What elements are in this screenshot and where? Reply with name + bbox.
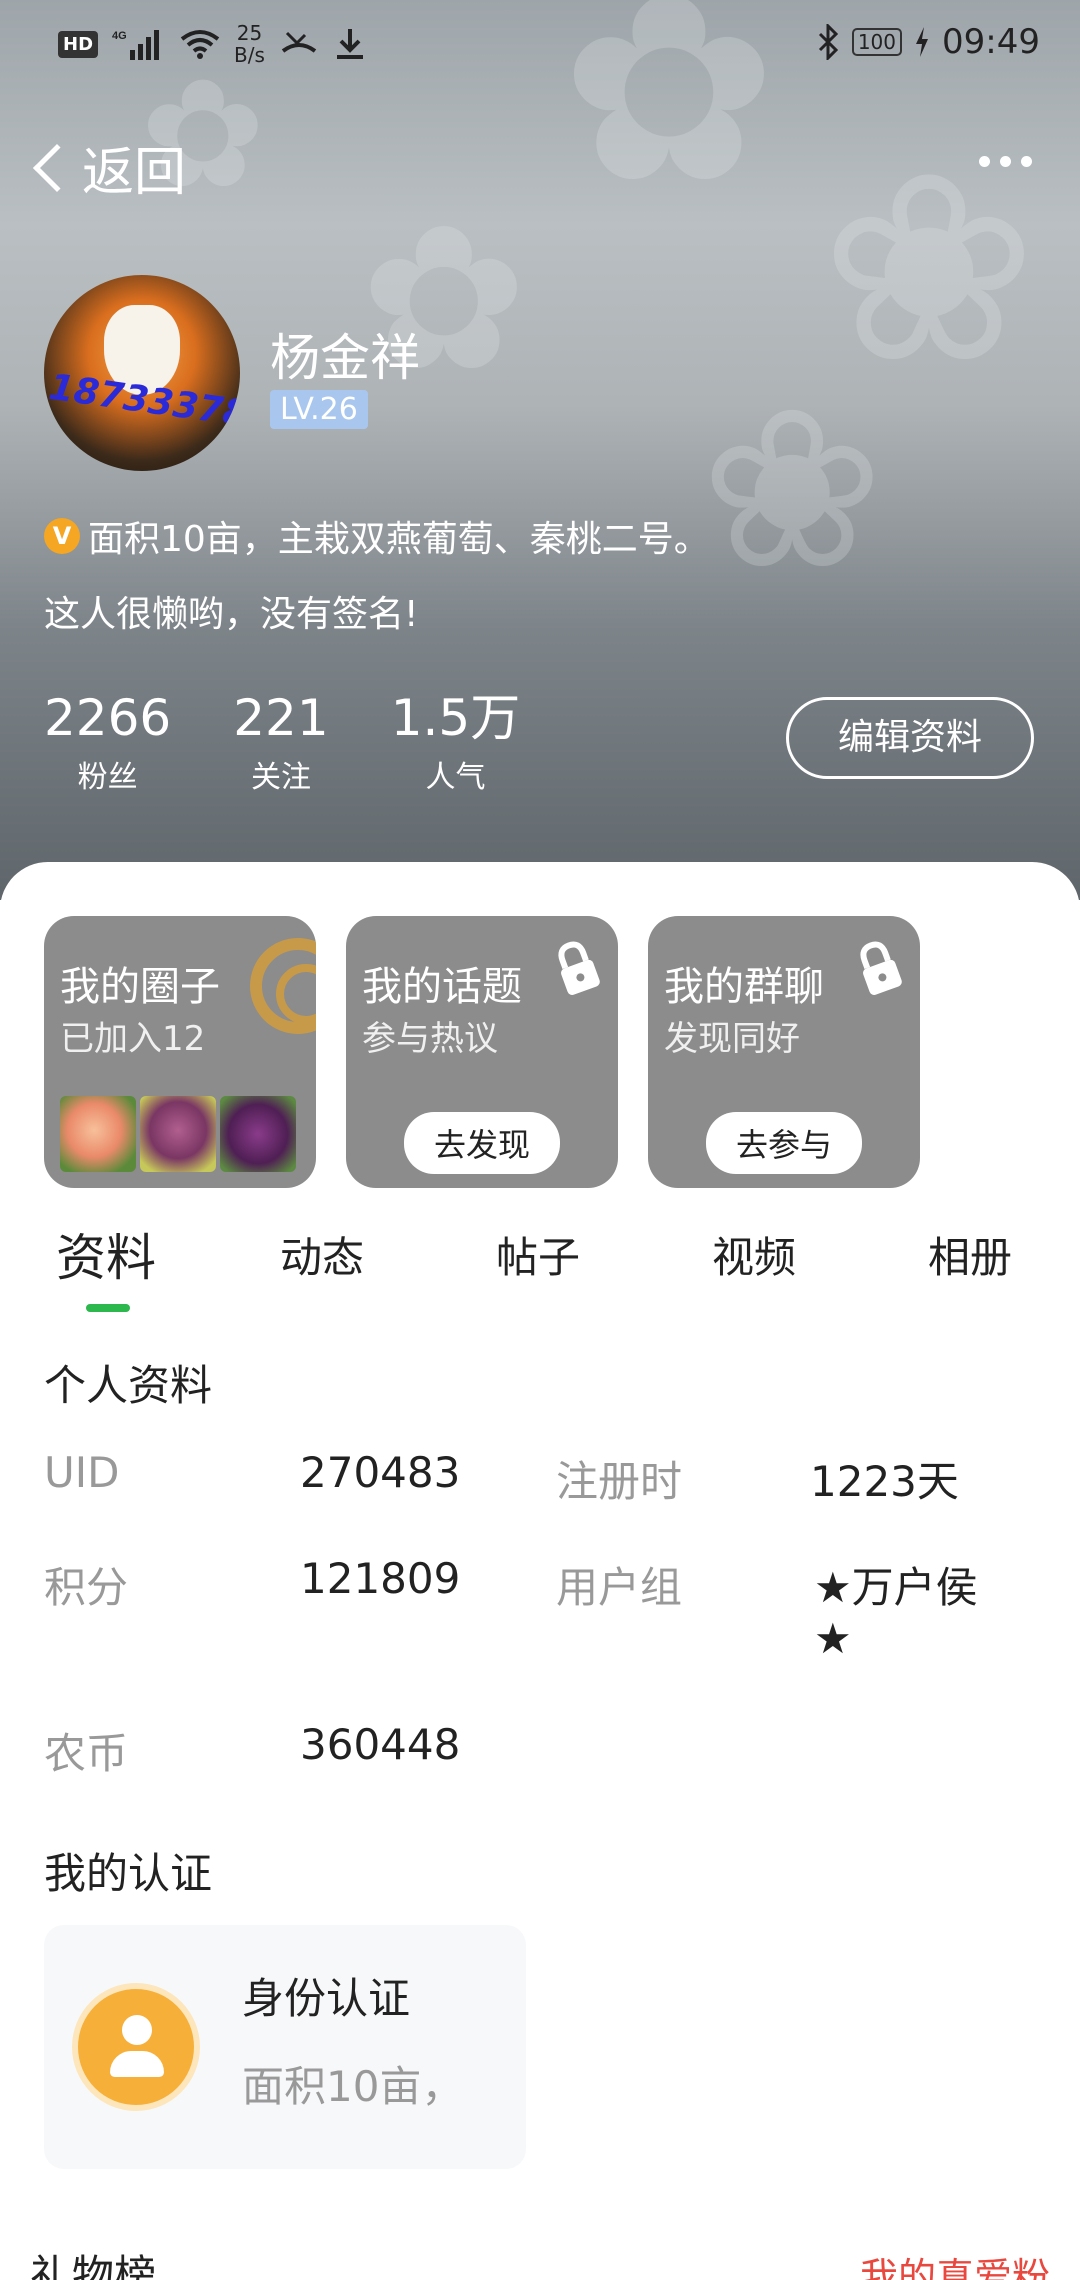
battery-icon: 100 (851, 28, 903, 56)
clock: 09:49 (942, 22, 1040, 62)
profile-tabs: 资料 动态 帖子 视频 相册 (0, 1214, 1080, 1314)
cellular-signal-icon: 4G (112, 30, 160, 60)
user-group-value-cont: ★ (814, 1614, 852, 1663)
stat-value: 221 (233, 689, 329, 747)
active-tab-indicator (86, 1304, 130, 1312)
grape-thumbnail[interactable] (140, 1096, 216, 1172)
points-value: 121809 (300, 1554, 461, 1603)
stat-label: 人气 (425, 760, 486, 795)
gift-ranking-title: 礼物榜 (30, 2251, 157, 2280)
stat-popularity[interactable]: 1.5万 人气 (391, 688, 521, 796)
uid-value: 270483 (300, 1448, 461, 1497)
download-icon (336, 29, 363, 59)
my-true-fans-link[interactable]: 我的真爱粉 (860, 2246, 1050, 2280)
card-title: 我的圈子 (60, 964, 220, 1010)
cert-subtitle: 面积10亩， (242, 2062, 464, 2111)
signature: 这人很懒哟，没有签名! (44, 594, 419, 635)
stat-fans[interactable]: 2266 粉丝 (44, 688, 171, 796)
user-group-label: 用户组 (556, 1563, 683, 1612)
plum-thumbnail[interactable] (220, 1096, 296, 1172)
bio-text: 面积10亩，主栽双燕葡萄、秦桃二号。 (88, 519, 710, 560)
charging-icon (916, 27, 929, 57)
bluetooth-icon (818, 24, 838, 60)
stat-following[interactable]: 221 关注 (233, 688, 328, 796)
discover-button[interactable]: 去发现 (403, 1112, 561, 1174)
svg-text:4G: 4G (112, 30, 127, 42)
profile-content-sheet: 我的圈子 已加入12 我的话题 参与热议 去发现 我的群聊 发现同好 去参与 资… (0, 862, 1080, 2280)
tab-albums[interactable]: 相册 (928, 1224, 1012, 1285)
flower-decoration: ❀ (700, 362, 885, 618)
missed-call-icon (281, 31, 317, 53)
circle-logo-icon (250, 938, 316, 1034)
my-circles-card[interactable]: 我的圈子 已加入12 (44, 916, 316, 1188)
stat-value: 2266 (44, 689, 172, 747)
uid-label: UID (44, 1448, 120, 1497)
card-title: 我的话题 (362, 964, 522, 1010)
coins-label: 农币 (44, 1729, 129, 1778)
my-group-chats-card[interactable]: 我的群聊 发现同好 去参与 (648, 916, 920, 1188)
registered-value: 1223天 (810, 1457, 959, 1506)
registered-label: 注册时 (556, 1457, 683, 1506)
chevron-left-icon (32, 143, 82, 192)
hd-icon: HD (58, 30, 99, 58)
join-button[interactable]: 去参与 (705, 1112, 863, 1174)
back-button[interactable]: 返回 (28, 130, 186, 205)
peach-thumbnail[interactable] (60, 1096, 136, 1172)
top-navigation: 返回 (0, 120, 1080, 210)
my-certification-title: 我的认证 (44, 1849, 213, 1898)
card-title: 我的群聊 (664, 964, 824, 1010)
user-icon (78, 1989, 194, 2105)
more-dot-icon (979, 156, 990, 167)
identity-certification-card[interactable]: 身份认证 面积10亩， (44, 1925, 526, 2169)
points-label: 积分 (44, 1563, 129, 1612)
username: 杨金祥 (270, 329, 420, 387)
tab-posts[interactable]: 帖子 (496, 1224, 580, 1285)
status-bar: HD 4G 25 B/s 100 09:49 (0, 0, 1080, 90)
tab-activity[interactable]: 动态 (280, 1224, 364, 1285)
more-dot-icon (1021, 156, 1032, 167)
edit-profile-button[interactable]: 编辑资料 (786, 697, 1034, 779)
back-label: 返回 (82, 143, 187, 203)
wifi-icon (180, 30, 220, 59)
card-subtitle: 已加入12 (60, 1019, 206, 1059)
stat-value: 1.5万 (390, 689, 521, 747)
tab-profile[interactable]: 资料 (56, 1218, 156, 1290)
level-badge: LV.26 (270, 390, 368, 429)
profile-header: ✿ ❀ ✿ ❀ ✿ HD 4G 25 B/s 100 09:49 返回 1873… (0, 0, 1080, 900)
card-subtitle: 参与热议 (362, 1019, 498, 1059)
coins-value: 360448 (300, 1720, 461, 1769)
stat-label: 关注 (250, 760, 311, 795)
lock-icon (558, 941, 600, 995)
personal-info-title: 个人资料 (44, 1361, 213, 1410)
feature-cards: 我的圈子 已加入12 我的话题 参与热议 去发现 我的群聊 发现同好 去参与 (44, 916, 920, 1188)
bio: V 面积10亩，主栽双燕葡萄、秦桃二号。 (44, 510, 710, 562)
my-topics-card[interactable]: 我的话题 参与热议 去发现 (346, 916, 618, 1188)
more-dot-icon (1000, 156, 1011, 167)
avatar[interactable]: 18733378.96 (44, 275, 240, 471)
cert-title: 身份认证 (242, 1974, 411, 2023)
more-options-button[interactable] (979, 156, 1032, 167)
lock-icon (860, 941, 902, 995)
stats-row: 2266 粉丝 221 关注 1.5万 人气 (44, 688, 582, 796)
network-speed: 25 B/s (234, 21, 265, 67)
stat-label: 粉丝 (77, 760, 138, 795)
user-group-value: ★万户侯 (814, 1563, 978, 1612)
circle-thumbnails (60, 1096, 296, 1172)
card-subtitle: 发现同好 (664, 1019, 800, 1059)
verified-icon: V (44, 518, 80, 554)
tab-videos[interactable]: 视频 (712, 1224, 796, 1285)
